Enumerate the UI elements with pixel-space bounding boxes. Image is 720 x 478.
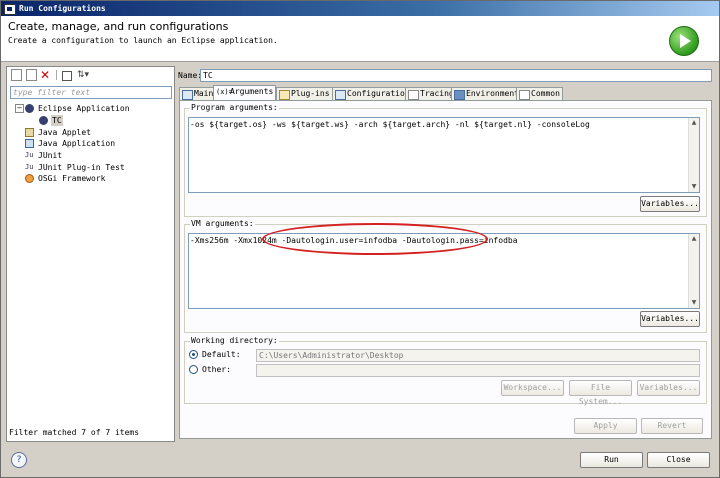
- tab-arguments[interactable]: (x)= Arguments: [213, 85, 277, 100]
- configuration-editor: Name: TC Main (x)= Arguments Plug-ins Con…: [176, 66, 714, 440]
- run-button[interactable]: Run: [580, 452, 643, 468]
- workspace-button[interactable]: Workspace...: [501, 380, 564, 396]
- name-label: Name:: [178, 71, 203, 80]
- title-bar: Run Configurations: [1, 1, 719, 16]
- toolbar-separator: [56, 70, 57, 80]
- plugins-tab-icon: [279, 90, 290, 100]
- tree-item-label: JUnit: [38, 151, 63, 160]
- vm-arguments-label: VM arguments:: [190, 219, 255, 228]
- default-label: Default:: [202, 350, 241, 359]
- file-system-button[interactable]: File System...: [569, 380, 632, 406]
- tab-label: Plug-ins: [291, 89, 330, 98]
- header-title: Create, manage, and run configurations: [8, 20, 229, 33]
- collapse-toggle-icon[interactable]: −: [15, 104, 24, 113]
- tracing-tab-icon: [408, 90, 419, 100]
- annotation-ellipse: [262, 223, 488, 255]
- other-directory-field: [256, 364, 700, 377]
- tree-item-label: Eclipse Application: [38, 104, 130, 113]
- program-arguments-textarea[interactable]: -os ${target.os} -ws ${target.ws} -arch …: [188, 117, 700, 193]
- tab-label: Environment: [466, 89, 519, 98]
- close-button[interactable]: Close: [647, 452, 710, 468]
- apply-button[interactable]: Apply: [574, 418, 637, 434]
- run-configurations-dialog: Run Configurations Create, manage, and r…: [0, 0, 720, 478]
- scroll-up-icon[interactable]: ▲: [690, 119, 698, 127]
- tree-item-label: TC: [51, 115, 63, 126]
- tab-environment[interactable]: Environment: [451, 87, 522, 100]
- tree-item-label: JUnit Plug-in Test: [38, 163, 125, 172]
- tab-configuration[interactable]: Configuration: [332, 87, 413, 100]
- tab-tracing[interactable]: Tracing: [405, 87, 457, 100]
- scrollbar[interactable]: ▲ ▼: [688, 234, 699, 308]
- osgi-icon: [25, 174, 34, 183]
- duplicate-icon[interactable]: [26, 69, 37, 81]
- java-app-icon: [25, 139, 34, 148]
- name-input[interactable]: TC: [200, 69, 712, 82]
- directory-variables-button[interactable]: Variables...: [637, 380, 700, 396]
- other-radio[interactable]: [189, 365, 198, 374]
- window-title: Run Configurations: [19, 4, 106, 13]
- applet-icon: [25, 128, 34, 137]
- tab-label: Common: [531, 89, 560, 98]
- program-arguments-label: Program arguments:: [190, 103, 279, 112]
- tab-plug-ins[interactable]: Plug-ins: [276, 87, 333, 100]
- tab-bar: Main (x)= Arguments Plug-ins Configuratio…: [179, 85, 711, 100]
- working-directory-label: Working directory:: [190, 336, 279, 345]
- program-arguments-text: -os ${target.os} -ws ${target.ws} -arch …: [190, 120, 590, 129]
- dialog-header: Create, manage, and run configurations C…: [1, 16, 719, 62]
- tab-label: Main: [194, 89, 214, 98]
- collapse-all-icon[interactable]: [62, 71, 72, 81]
- help-icon[interactable]: ?: [11, 452, 27, 468]
- vm-variables-button[interactable]: Variables...: [640, 311, 700, 327]
- eclipse-icon: [39, 116, 48, 125]
- scroll-down-icon[interactable]: ▼: [690, 183, 698, 191]
- scroll-down-icon[interactable]: ▼: [690, 299, 698, 307]
- configuration-list-pane: ✕ ⇅▾ type filter text − Eclipse Applicat…: [6, 66, 175, 442]
- junit-plugin-icon: Ju: [25, 163, 34, 171]
- filter-menu-icon[interactable]: ⇅▾: [77, 69, 89, 81]
- header-subtitle: Create a configuration to launch an Ecli…: [8, 36, 278, 45]
- arguments-tab-icon: (x)=: [216, 88, 233, 96]
- tab-main[interactable]: Main: [179, 87, 217, 100]
- filter-input[interactable]: type filter text: [10, 86, 172, 99]
- tab-label: Configuration: [347, 89, 410, 98]
- other-label: Other:: [202, 365, 231, 374]
- default-radio[interactable]: [189, 350, 198, 359]
- scroll-up-icon[interactable]: ▲: [690, 235, 698, 243]
- default-directory-field: C:\Users\Administrator\Desktop: [256, 349, 700, 362]
- eclipse-icon: [25, 104, 34, 113]
- environment-tab-icon: [454, 90, 465, 100]
- tree-item-label: Java Application: [38, 139, 116, 148]
- arguments-tab-panel: Program arguments: -os ${target.os} -ws …: [179, 100, 712, 439]
- working-directory-group: Working directory: Default: C:\Users\Adm…: [184, 336, 707, 406]
- new-config-icon[interactable]: [11, 69, 22, 81]
- junit-icon: Ju: [25, 151, 34, 159]
- tab-label: Tracing: [420, 89, 454, 98]
- delete-icon[interactable]: ✕: [40, 69, 52, 81]
- common-tab-icon: [519, 90, 530, 100]
- tab-common[interactable]: Common: [516, 87, 563, 100]
- main-tab-icon: [182, 90, 193, 100]
- program-arguments-group: Program arguments: -os ${target.os} -ws …: [184, 103, 707, 217]
- configuration-tab-icon: [335, 90, 346, 100]
- revert-button[interactable]: Revert: [641, 418, 703, 434]
- program-variables-button[interactable]: Variables...: [640, 196, 700, 212]
- tab-label: Arguments: [230, 87, 274, 96]
- scrollbar[interactable]: ▲ ▼: [688, 118, 699, 192]
- run-icon: [669, 26, 699, 56]
- tree-item-label: OSGi Framework: [38, 174, 106, 183]
- tree-item-label: Java Applet: [38, 128, 91, 137]
- app-icon: [4, 4, 16, 15]
- filter-status: Filter matched 7 of 7 items: [9, 428, 140, 437]
